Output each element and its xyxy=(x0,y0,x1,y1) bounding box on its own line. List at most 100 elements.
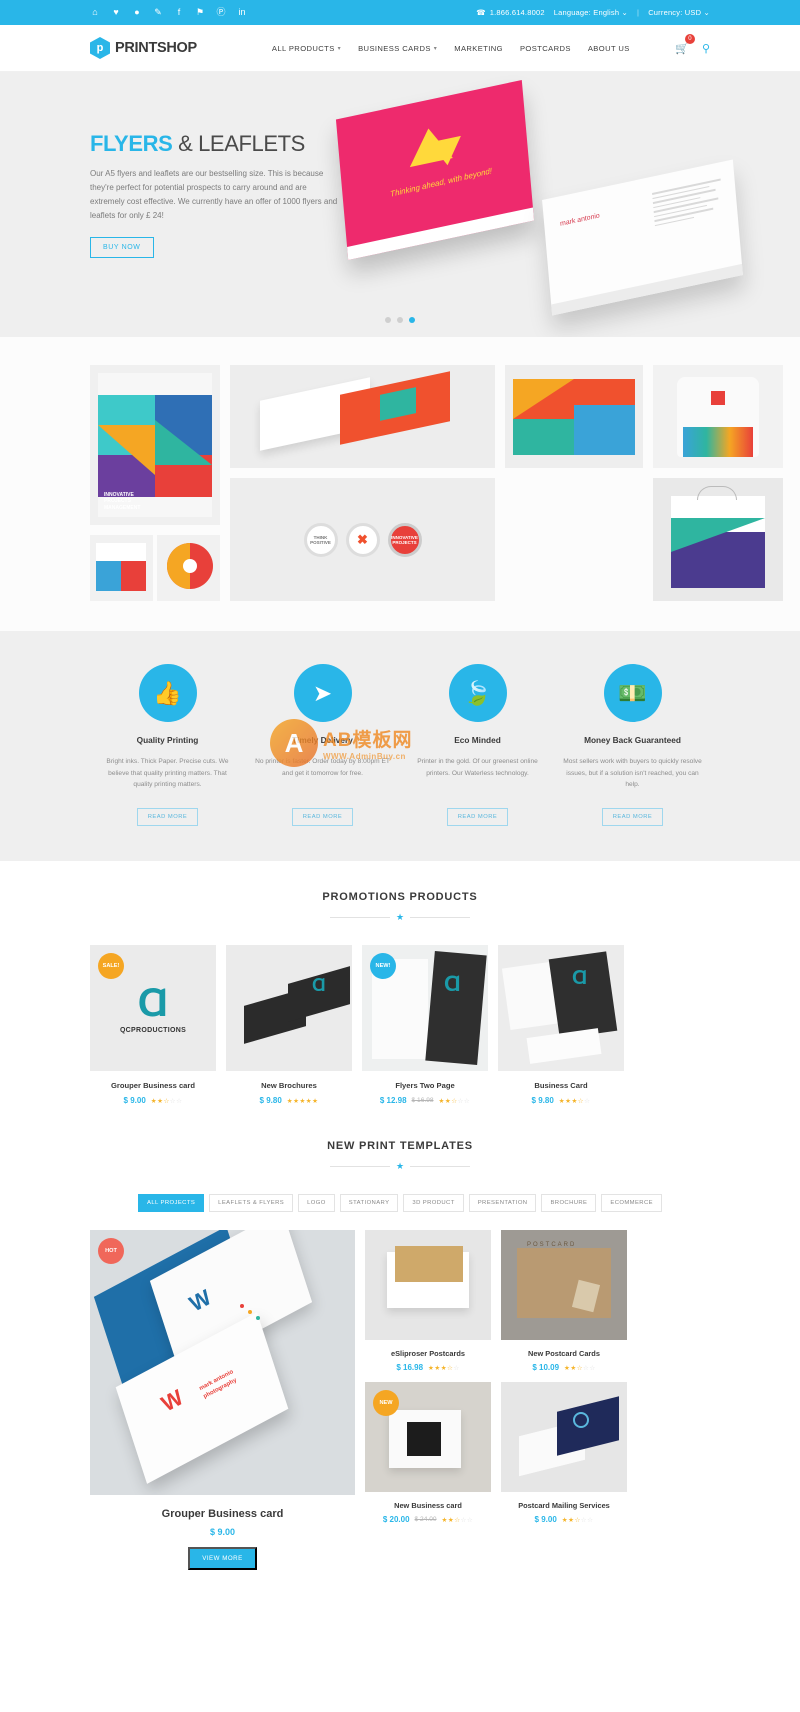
rating-stars: ★★☆☆☆ xyxy=(438,1097,471,1105)
cart-icon: 🛒 xyxy=(675,43,689,55)
slider-dot-1[interactable] xyxy=(385,317,391,323)
featured-template-price: $ 9.00 xyxy=(209,1527,236,1537)
filter-ecommerce[interactable]: ECOMMERCE xyxy=(601,1194,662,1212)
nav-item-business-cards[interactable]: BUSINESS CARDS ▾ xyxy=(358,44,437,53)
template-name: New Business card xyxy=(394,1501,462,1510)
template-card[interactable]: eSliproser Postcards $ 16.98 ★★★☆☆ xyxy=(365,1230,491,1372)
templates-section: NEW PRINT TEMPLATES ★ ALL PROJECTS LEAFL… xyxy=(0,1105,800,1580)
template-card[interactable]: Postcard Mailing Services $ 9.00 ★★☆☆☆ xyxy=(501,1382,627,1524)
nav-item-marketing[interactable]: MARKETING xyxy=(454,44,503,53)
read-more-button[interactable]: READ MORE xyxy=(291,808,354,826)
cart-button[interactable]: 🛒 0 xyxy=(675,34,695,57)
section-title-templates: NEW PRINT TEMPLATES xyxy=(327,1140,473,1152)
cart-count-badge: 0 xyxy=(684,34,695,44)
pinterest-icon[interactable]: Ⓟ xyxy=(216,8,226,17)
chevron-down-icon: ⌄ xyxy=(703,8,710,17)
phone-number[interactable]: ☎ 1.866.614.8002 xyxy=(476,8,544,17)
gallery-item-bag[interactable] xyxy=(653,478,783,601)
linkedin-icon[interactable]: in xyxy=(237,8,247,17)
feature-title: Quality Printing xyxy=(136,735,199,745)
filter-leaflets-flyers[interactable]: LEAFLETS & FLYERS xyxy=(209,1194,294,1212)
template-card[interactable]: NEW New Business card $ 20.00 $ 24.00 ★★… xyxy=(365,1382,491,1524)
featured-template-card[interactable]: HOT W W mark antonio photography Grouper … xyxy=(90,1230,355,1570)
product-card[interactable]: SALE! Ɑ QCPRODUCTIONS Grouper Business c… xyxy=(90,945,216,1105)
filter-logo[interactable]: LOGO xyxy=(298,1194,335,1212)
feature-title: Eco Minded xyxy=(454,735,501,745)
read-more-button[interactable]: READ MORE xyxy=(136,808,199,826)
filter-presentation[interactable]: PRESENTATION xyxy=(468,1194,537,1212)
product-image: Ɑ xyxy=(226,945,352,1071)
portfolio-gallery: INNOVATIVE PROJECTS MANAGEMENT THINK POS… xyxy=(0,337,800,631)
view-more-button[interactable]: VIEW MORE xyxy=(188,1547,257,1570)
read-more-button[interactable]: READ MORE xyxy=(601,808,664,826)
language-selector[interactable]: Language: English ⌄ xyxy=(554,8,628,17)
card-text-lines xyxy=(652,178,724,229)
nav-item-postcards[interactable]: POSTCARDS xyxy=(520,44,571,53)
product-name: New Brochures xyxy=(261,1081,317,1090)
gallery-item-business-cards[interactable] xyxy=(230,365,495,468)
read-more-button[interactable]: READ MORE xyxy=(446,808,509,826)
template-price: $ 9.00 xyxy=(534,1515,557,1524)
twitter-icon[interactable]: ⚑ xyxy=(195,8,205,17)
badge-logo: ✖ xyxy=(345,522,380,557)
product-card[interactable]: Ɑ New Brochures $ 9.80 ★★★★★ xyxy=(226,945,352,1105)
rating-stars: ★★★★★ xyxy=(286,1097,319,1105)
nav-item-all-products[interactable]: ALL PRODUCTS ▾ xyxy=(272,44,341,53)
featured-template-image: HOT W W mark antonio photography xyxy=(90,1230,355,1495)
hero-title: FLYERS & LEAFLETS xyxy=(90,131,340,157)
currency-selector[interactable]: Currency: USD ⌄ xyxy=(648,8,710,17)
phone-icon: ☎ xyxy=(476,8,486,17)
language-label: Language: English xyxy=(553,8,620,17)
hero-slider: FLYERS & LEAFLETS Our A5 flyers and leaf… xyxy=(0,72,800,337)
divider-line xyxy=(329,917,390,918)
hero-content: FLYERS & LEAFLETS Our A5 flyers and leaf… xyxy=(90,131,340,258)
pencil-icon[interactable]: ✎ xyxy=(153,8,163,17)
filter-all-projects[interactable]: ALL PROJECTS xyxy=(138,1194,205,1212)
gallery-item-poster[interactable]: INNOVATIVE PROJECTS MANAGEMENT xyxy=(90,365,220,525)
divider-line xyxy=(410,1166,471,1167)
filter-stationary[interactable]: STATIONARY xyxy=(339,1194,399,1212)
header-actions: 🛒 0 ⚲ xyxy=(675,34,710,57)
template-price: $ 20.00 xyxy=(382,1515,410,1524)
dribbble-icon[interactable]: ● xyxy=(132,8,142,17)
gallery-item-badges[interactable]: THINK POSITIVE ✖ INNOVATIVE PROJECTS xyxy=(230,478,495,601)
template-meta: $ 16.98 ★★★☆☆ xyxy=(365,1363,491,1372)
product-price: $ 12.98 xyxy=(379,1096,407,1105)
feature-timely-delivery: ➤ Timely Delivery No printer is faster. … xyxy=(245,664,400,826)
product-card[interactable]: Ɑ Business Card $ 9.80 ★★★☆☆ xyxy=(498,945,624,1105)
gallery-item-folder[interactable] xyxy=(90,535,153,601)
slider-dot-2[interactable] xyxy=(397,317,403,323)
top-bar-right: ☎ 1.866.614.8002 Language: English ⌄ | C… xyxy=(476,8,710,17)
product-price: $ 9.00 xyxy=(123,1096,146,1105)
template-card[interactable]: POSTCARD New Postcard Cards $ 10.09 ★★☆☆… xyxy=(501,1230,627,1372)
rating-stars: ★★☆☆☆ xyxy=(441,1516,474,1524)
hero-image: Thinking ahead, with beyond! mark antoni… xyxy=(320,79,743,330)
rss-icon[interactable]: ⌂ xyxy=(90,8,100,17)
product-image: NEW! Ɑ xyxy=(362,945,488,1071)
filter-3d-product[interactable]: 3D PRODUCT xyxy=(403,1194,464,1212)
product-name: Grouper Business card xyxy=(111,1081,195,1090)
template-meta: $ 9.00 ★★☆☆☆ xyxy=(501,1515,627,1524)
product-price: $ 9.80 xyxy=(531,1096,554,1105)
product-card[interactable]: NEW! Ɑ Flyers Two Page $ 12.98 $ 16.98 ★… xyxy=(362,945,488,1105)
gallery-item-envelope[interactable] xyxy=(505,365,643,468)
slider-dot-3[interactable] xyxy=(409,317,415,323)
gallery-column-1: INNOVATIVE PROJECTS MANAGEMENT xyxy=(90,365,220,601)
nav-item-about-us[interactable]: ABOUT US xyxy=(588,44,630,53)
template-name: New Postcard Cards xyxy=(528,1349,600,1358)
currency-label: Currency: USD xyxy=(648,8,702,17)
template-meta: $ 20.00 $ 24.00 ★★☆☆☆ xyxy=(365,1515,491,1524)
heart-icon[interactable]: ♥ xyxy=(111,8,121,17)
logo[interactable]: p PRINTSHOP xyxy=(90,37,197,59)
gallery-item-cd[interactable] xyxy=(157,535,220,601)
filter-brochure[interactable]: BROCHURE xyxy=(541,1194,597,1212)
gallery-item-tshirt[interactable] xyxy=(653,365,783,468)
template-name: Postcard Mailing Services xyxy=(518,1501,610,1510)
buy-now-button[interactable]: BUY NOW xyxy=(90,237,154,258)
white-card-stack: mark antonio xyxy=(542,159,743,316)
feature-eco-minded: 🍃 Eco Minded Printer in the gold. Of our… xyxy=(400,664,555,826)
nav-label: ABOUT US xyxy=(587,43,630,53)
search-icon[interactable]: ⚲ xyxy=(702,42,710,55)
rating-stars: ★★★☆☆ xyxy=(428,1364,460,1372)
facebook-icon[interactable]: f xyxy=(174,8,184,17)
